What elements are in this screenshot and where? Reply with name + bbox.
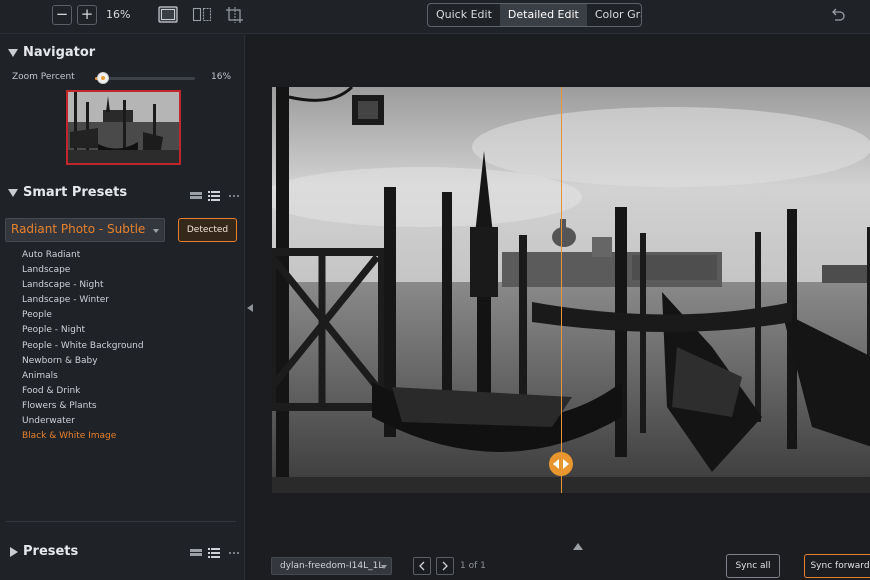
next-image-button[interactable] (436, 557, 454, 575)
preset-item[interactable]: Animals (22, 369, 144, 384)
edit-mode-tabs: Quick Edit Detailed Edit Color Grade (427, 3, 642, 27)
zoom-value: 16% (106, 8, 131, 21)
previous-image-button[interactable] (413, 557, 431, 575)
preset-item[interactable]: People - Night (22, 323, 144, 338)
preset-item[interactable]: People - White Background (22, 339, 144, 354)
smart-preset-select[interactable]: Radiant Photo - Subtle (5, 218, 165, 242)
zoom-in-button[interactable]: + (77, 5, 97, 25)
sync-forward-button[interactable]: Sync forward (804, 554, 870, 578)
grid-view-icon[interactable] (190, 188, 202, 202)
zoom-slider[interactable] (95, 72, 195, 84)
sync-all-button[interactable]: Sync all (726, 554, 780, 578)
expand-triangle-icon (10, 547, 18, 557)
grid-view-icon[interactable] (190, 545, 202, 559)
undo-icon[interactable] (830, 7, 846, 23)
file-select[interactable]: dylan-freedom-I14L_1L (271, 557, 392, 575)
expand-filmstrip-icon[interactable] (573, 543, 583, 550)
tab-detailed-edit[interactable]: Detailed Edit (499, 4, 587, 26)
navigator-title: Navigator (23, 45, 96, 60)
list-view-icon[interactable] (208, 545, 220, 559)
preset-item-active[interactable]: Black & White Image (22, 429, 144, 444)
split-divider-line[interactable] (561, 87, 562, 493)
preset-item[interactable]: Flowers & Plants (22, 399, 144, 414)
top-toolbar: − + 16% Quick Edit Detailed Edit Color G… (0, 0, 870, 34)
sidebar-divider (6, 521, 236, 522)
file-name: dylan-freedom-I14L_1L (280, 561, 384, 571)
main-photo[interactable] (272, 87, 870, 493)
split-handle-icon[interactable] (549, 452, 573, 476)
preset-item[interactable]: Landscape (22, 263, 144, 278)
presets-title: Presets (23, 544, 79, 559)
list-view-icon[interactable] (208, 188, 220, 202)
more-options-icon[interactable] (228, 188, 240, 202)
preset-item[interactable]: Landscape - Night (22, 278, 144, 293)
detected-button[interactable]: Detected (178, 218, 237, 242)
collapse-sidebar-icon[interactable] (247, 304, 253, 312)
smart-presets-title: Smart Presets (23, 185, 128, 200)
preset-item[interactable]: People (22, 308, 144, 323)
chevron-down-icon (381, 565, 387, 569)
preset-item[interactable]: Underwater (22, 414, 144, 429)
navigator-thumbnail[interactable] (66, 90, 181, 165)
zoom-out-button[interactable]: − (52, 5, 72, 25)
split-view-icon[interactable] (192, 6, 212, 24)
crop-compare-icon[interactable] (225, 6, 245, 24)
chevron-down-icon (153, 229, 159, 233)
image-counter: 1 of 1 (460, 561, 486, 571)
more-options-icon[interactable] (228, 545, 240, 559)
zoom-slider-handle[interactable] (97, 72, 109, 84)
collapse-triangle-icon (8, 189, 18, 197)
left-sidebar: Navigator Zoom Percent 16% Smart Presets (0, 35, 245, 580)
tab-quick-edit[interactable]: Quick Edit (428, 4, 500, 26)
smart-preset-selected: Radiant Photo - Subtle (11, 222, 146, 236)
tab-color-grade[interactable]: Color Grade (587, 4, 641, 26)
preset-item[interactable]: Auto Radiant (22, 248, 144, 263)
collapse-triangle-icon (8, 49, 18, 57)
zoom-percent-label: Zoom Percent (12, 72, 75, 82)
navigator-header[interactable]: Navigator (0, 44, 245, 64)
zoom-percent-value: 16% (211, 72, 232, 82)
smart-preset-list: Auto Radiant Landscape Landscape - Night… (22, 248, 144, 444)
preset-item[interactable]: Food & Drink (22, 384, 144, 399)
preset-item[interactable]: Newborn & Baby (22, 354, 144, 369)
single-view-icon[interactable] (158, 6, 178, 24)
preset-item[interactable]: Landscape - Winter (22, 293, 144, 308)
